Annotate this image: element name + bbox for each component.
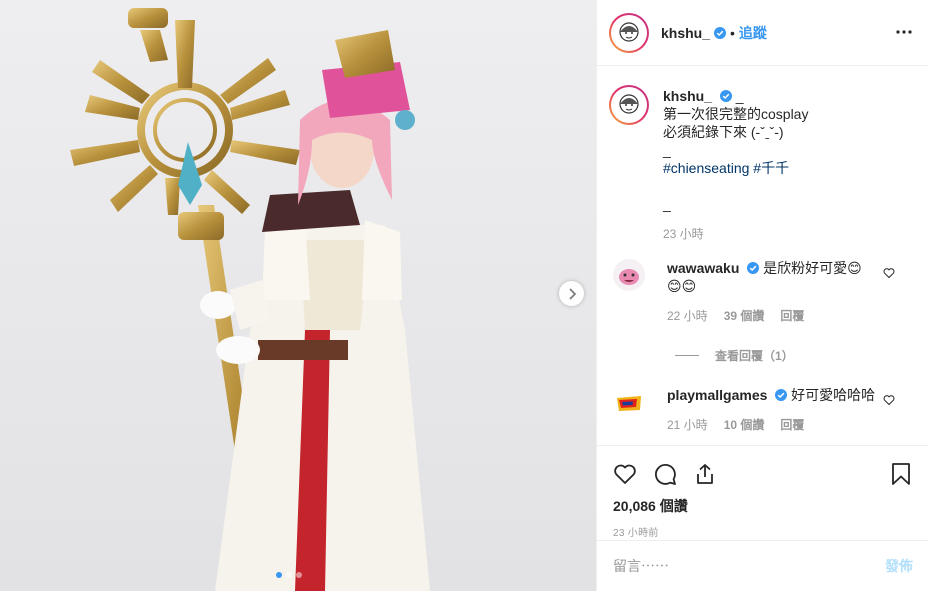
- comments-list: khshu_ _ 第一次很完整的cosplay 必須紀錄下來 (-ˇˍˇ-) _…: [597, 67, 928, 445]
- commenter-avatar[interactable]: [613, 259, 645, 291]
- verified-badge-icon: [719, 90, 732, 102]
- caption-line: 必須紀錄下來 (-ˇˍˇ-): [663, 124, 784, 140]
- comment-text-continued: 😊😊: [667, 278, 697, 294]
- view-replies-label: 查看回覆（1）: [715, 349, 794, 363]
- heart-outline-icon[interactable]: [883, 394, 895, 406]
- comment-text: 是欣粉好可愛😊: [763, 260, 862, 276]
- comment-likes[interactable]: 39 個讚: [724, 307, 765, 325]
- post-header: khshu_ • 追蹤: [597, 0, 928, 66]
- post-time[interactable]: 23 小時前: [613, 524, 913, 539]
- reply-button[interactable]: 回覆: [780, 416, 804, 434]
- caption-line: _: [663, 142, 671, 158]
- commenter-avatar[interactable]: [613, 386, 645, 418]
- comment-time[interactable]: 22 小時: [667, 307, 708, 325]
- carousel-dot: [296, 572, 302, 578]
- comment-time[interactable]: 21 小時: [667, 416, 708, 434]
- verified-badge-icon: [747, 262, 760, 274]
- next-image-button[interactable]: [559, 281, 584, 306]
- heart-icon[interactable]: [613, 462, 637, 486]
- carousel-dots: [276, 572, 302, 578]
- share-icon[interactable]: [693, 462, 717, 486]
- caption-trailing: _: [663, 196, 671, 212]
- chevron-right-icon: [568, 287, 576, 300]
- caption-line: 第一次很完整的cosplay: [663, 106, 809, 122]
- heart-outline-icon[interactable]: [883, 267, 895, 279]
- reply-button[interactable]: 回覆: [780, 307, 804, 325]
- add-comment-bar: 發佈: [597, 540, 928, 591]
- author-avatar[interactable]: [609, 12, 649, 53]
- avatar-illustration-icon: [619, 94, 639, 114]
- comment: playmallgames 好可愛哈哈哈 21 小時 10 個讚 回覆: [609, 386, 913, 434]
- carousel-dot: [286, 572, 292, 578]
- post-image[interactable]: [0, 0, 596, 591]
- caption-suffix: _: [735, 88, 744, 104]
- caption-time[interactable]: 23 小時: [663, 225, 704, 243]
- more-horizontal-icon[interactable]: [896, 24, 912, 40]
- divider-line: [675, 355, 699, 356]
- post-actions: 20,086 個讚 23 小時前: [597, 445, 928, 539]
- view-replies-button[interactable]: 查看回覆（1）: [675, 347, 913, 364]
- verified-badge-icon: [714, 26, 727, 39]
- bookmark-icon[interactable]: [889, 462, 913, 486]
- comment-likes[interactable]: 10 個讚: [724, 416, 765, 434]
- author-username[interactable]: khshu_: [661, 25, 710, 41]
- comment: wawawaku 是欣粉好可愛😊 😊😊 22 小時 39 個讚 回覆: [609, 259, 913, 325]
- hashtag-link[interactable]: #chienseating: [663, 160, 749, 176]
- caption-username[interactable]: khshu_: [663, 88, 712, 104]
- commenter-username[interactable]: wawawaku: [667, 260, 739, 276]
- caption-author-avatar[interactable]: [609, 85, 649, 125]
- commenter-username[interactable]: playmallgames: [667, 387, 767, 403]
- comment-icon[interactable]: [653, 462, 677, 486]
- avatar-illustration-icon: [619, 21, 639, 42]
- post-comment-button[interactable]: 發佈: [885, 556, 913, 576]
- follow-button[interactable]: 追蹤: [739, 23, 767, 43]
- instagram-post-modal: khshu_ • 追蹤 khshu_ _ 第一次很完整的cosplay 必須紀錄…: [0, 0, 928, 591]
- carousel-dot-active: [276, 572, 282, 578]
- caption: khshu_ _ 第一次很完整的cosplay 必須紀錄下來 (-ˇˍˇ-) _…: [609, 85, 913, 243]
- comment-text: 好可愛哈哈哈: [791, 387, 876, 403]
- like-count[interactable]: 20,086 個讚: [613, 496, 913, 516]
- post-sidebar: khshu_ • 追蹤 khshu_ _ 第一次很完整的cosplay 必須紀錄…: [596, 0, 928, 591]
- comment-input[interactable]: [613, 558, 885, 574]
- verified-badge-icon: [775, 389, 788, 401]
- cosplay-photo: [0, 0, 596, 591]
- separator-dot: •: [730, 24, 735, 41]
- hashtag-link[interactable]: #千千: [753, 160, 789, 176]
